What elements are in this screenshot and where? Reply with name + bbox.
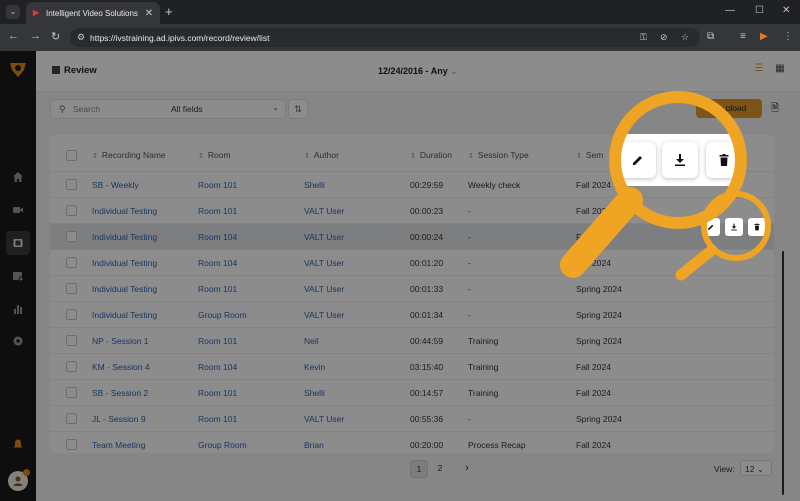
large-magnifier-handle xyxy=(560,187,643,278)
magnifier-callout xyxy=(560,91,771,281)
small-magnifier-handle xyxy=(675,244,718,281)
